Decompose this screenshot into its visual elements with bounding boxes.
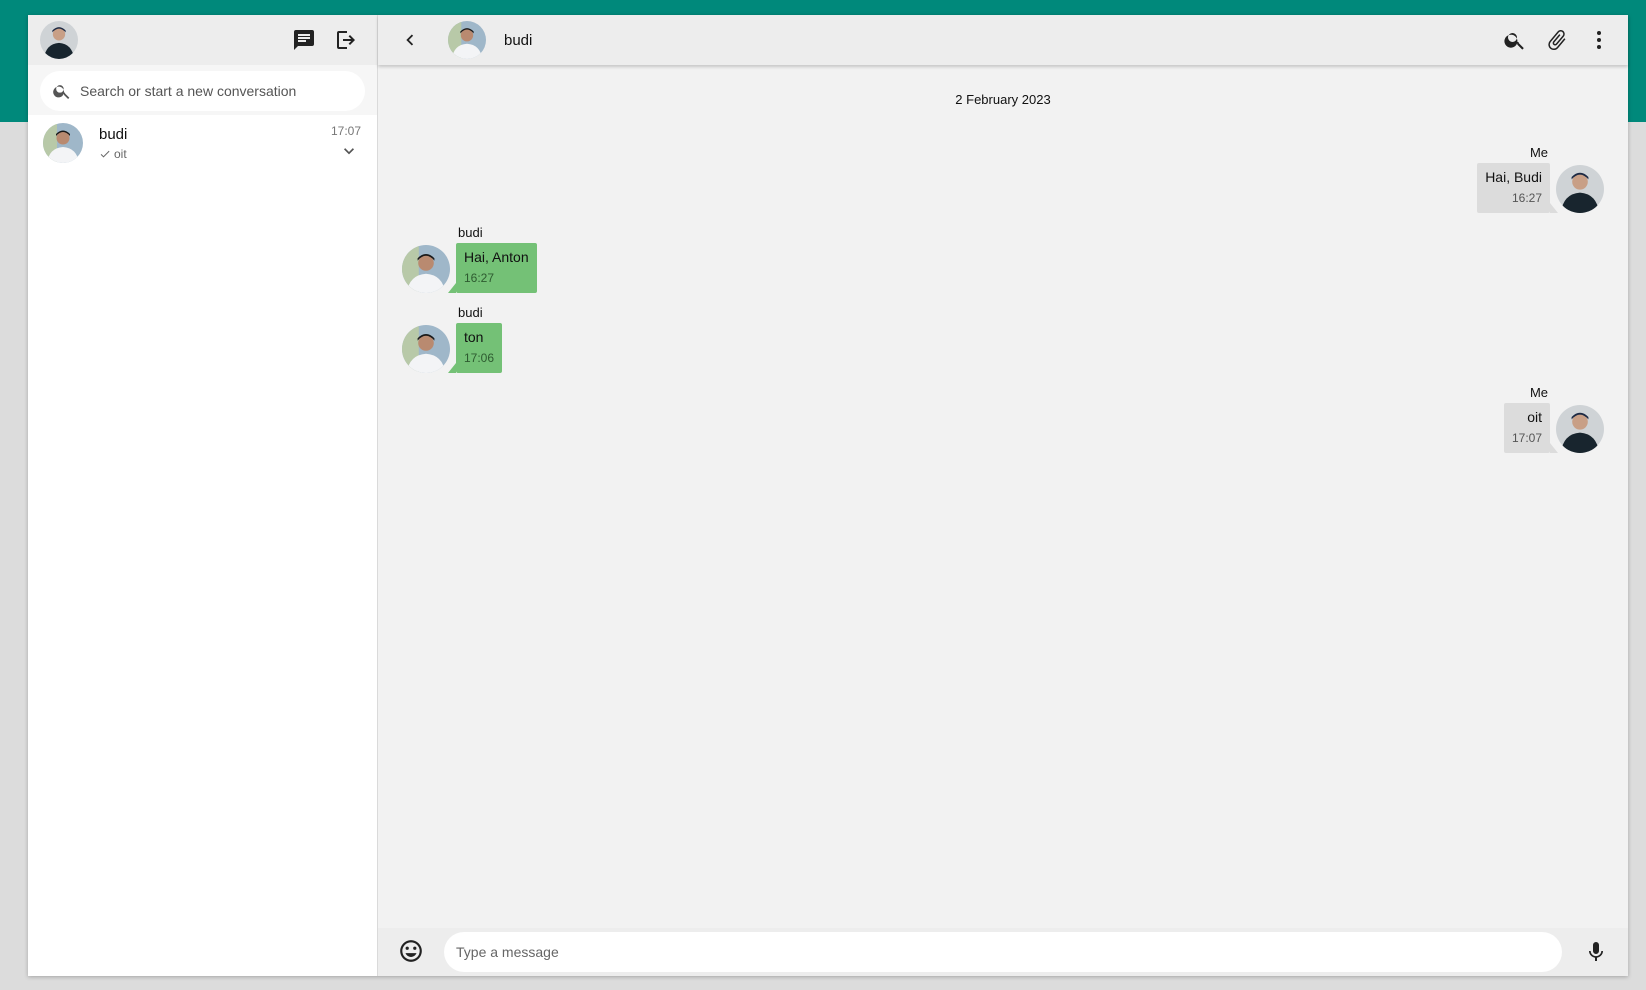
logout-button[interactable] — [327, 21, 365, 59]
attach-button[interactable] — [1538, 21, 1576, 59]
message-sender: Me — [1529, 145, 1548, 160]
sender-avatar — [1556, 165, 1604, 213]
message-sender: Me — [1529, 385, 1548, 400]
chat-app-window: budi oit 17:07 budi — [28, 15, 1628, 976]
chat-contact-avatar[interactable] — [448, 21, 486, 59]
emoji-icon — [400, 940, 422, 962]
logout-icon — [337, 31, 355, 49]
search-messages-button[interactable] — [1496, 21, 1534, 59]
voice-message-button[interactable] — [1576, 932, 1616, 972]
sender-avatar — [402, 325, 450, 373]
back-button[interactable] — [396, 26, 424, 54]
chat-title: budi — [504, 31, 533, 49]
microphone-icon — [1589, 942, 1603, 961]
chevron-left-icon — [406, 34, 414, 46]
message-text: oit — [1527, 409, 1542, 425]
message-text: ton — [464, 329, 484, 345]
message-incoming: budi Hai, Anton 16:27 — [402, 225, 537, 293]
more-options-button[interactable] — [1580, 21, 1618, 59]
new-chat-icon — [294, 30, 314, 50]
search-bar — [28, 65, 377, 115]
message-time: 16:27 — [1511, 191, 1542, 205]
message-bubble[interactable]: oit 17:07 — [1503, 403, 1559, 453]
message-list: 2 February 2023 Me Hai, Budi 16:27 budi … — [378, 65, 1628, 928]
conversation-text: budi oit — [99, 126, 127, 161]
search-icon — [1504, 33, 1524, 50]
search-input[interactable] — [80, 83, 353, 99]
message-time: 17:06 — [464, 351, 495, 365]
conversation-name: budi — [99, 125, 128, 143]
user-avatar[interactable] — [40, 21, 78, 59]
message-sender: budi — [458, 305, 483, 320]
message-incoming: budi ton 17:06 — [402, 305, 503, 373]
conversation-last-message: oit — [99, 147, 127, 161]
message-outgoing: Me Hai, Budi 16:27 — [1477, 145, 1604, 213]
date-divider: 2 February 2023 — [955, 92, 1051, 107]
paperclip-icon — [1548, 30, 1566, 50]
message-bubble[interactable]: ton 17:06 — [447, 323, 503, 373]
message-sender: budi — [458, 225, 483, 240]
message-time: 16:27 — [464, 271, 495, 285]
message-text: Hai, Budi — [1485, 169, 1542, 185]
last-message-text: oit — [114, 146, 127, 161]
search-icon — [53, 85, 70, 99]
emoji-button[interactable] — [398, 938, 426, 966]
check-icon — [100, 150, 110, 157]
conversation-menu-button[interactable] — [339, 141, 359, 161]
message-input-bar — [378, 928, 1628, 976]
more-vertical-icon — [1597, 31, 1601, 49]
sidebar-header — [28, 15, 377, 65]
sender-avatar — [1556, 405, 1604, 453]
conversation-time: 17:07 — [330, 124, 361, 138]
message-bubble[interactable]: Hai, Budi 16:27 — [1477, 163, 1558, 213]
chat-header: budi — [378, 15, 1628, 65]
sender-avatar — [402, 245, 450, 293]
new-chat-button[interactable] — [285, 21, 323, 59]
chat-panel: budi 2 February 2023 Me Hai, Budi 16:27 — [378, 15, 1628, 976]
sidebar: budi oit 17:07 — [28, 15, 378, 976]
message-bubble[interactable]: Hai, Anton 16:27 — [448, 243, 537, 293]
contact-avatar — [43, 123, 83, 163]
conversation-item[interactable]: budi oit 17:07 — [28, 115, 377, 171]
chevron-down-icon — [344, 148, 354, 155]
message-time: 17:07 — [1511, 431, 1542, 445]
search-box — [40, 71, 365, 111]
message-outgoing: Me oit 17:07 — [1503, 385, 1604, 453]
message-text: Hai, Anton — [464, 249, 529, 265]
message-input-box — [444, 932, 1562, 972]
message-input[interactable] — [456, 944, 1550, 960]
